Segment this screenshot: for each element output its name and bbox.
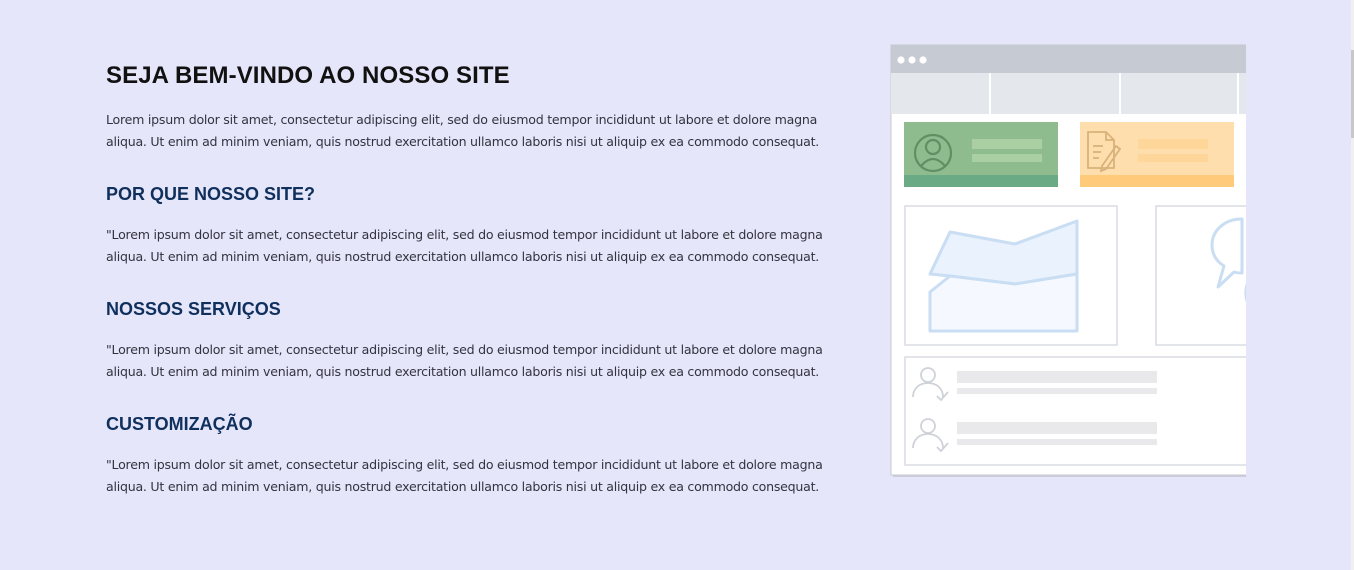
section-why-title: POR QUE NOSSO SITE? <box>106 184 316 204</box>
browser-nav-bar <box>891 73 1246 114</box>
intro-paragraph: Lorem ipsum dolor sit amet, consectetur … <box>106 112 820 149</box>
window-dot-icon <box>908 56 916 64</box>
window-dot-icon <box>919 56 927 64</box>
section-services-text: "Lorem ipsum dolor sit amet, consectetur… <box>106 342 823 379</box>
profile-card <box>904 122 1058 187</box>
user-list-panel <box>904 356 1246 466</box>
area-chart-front <box>928 272 1079 333</box>
document-card <box>1080 122 1234 187</box>
section-why-text: "Lorem ipsum dolor sit amet, consectetur… <box>106 227 823 264</box>
section-services-title: NOSSOS SERVIÇOS <box>106 299 281 319</box>
chat-panel <box>1155 205 1246 346</box>
window-dot-icon <box>897 56 905 64</box>
section-customization-text: "Lorem ipsum dolor sit amet, consectetur… <box>106 457 823 494</box>
chart-panel <box>904 205 1118 346</box>
section-customization-title: CUSTOMIZAÇÃO <box>106 414 253 434</box>
dashboard-illustration <box>890 44 1246 477</box>
page-title: SEJA BEM-VINDO AO NOSSO SITE <box>106 62 510 89</box>
browser-title-bar <box>891 45 1246 73</box>
